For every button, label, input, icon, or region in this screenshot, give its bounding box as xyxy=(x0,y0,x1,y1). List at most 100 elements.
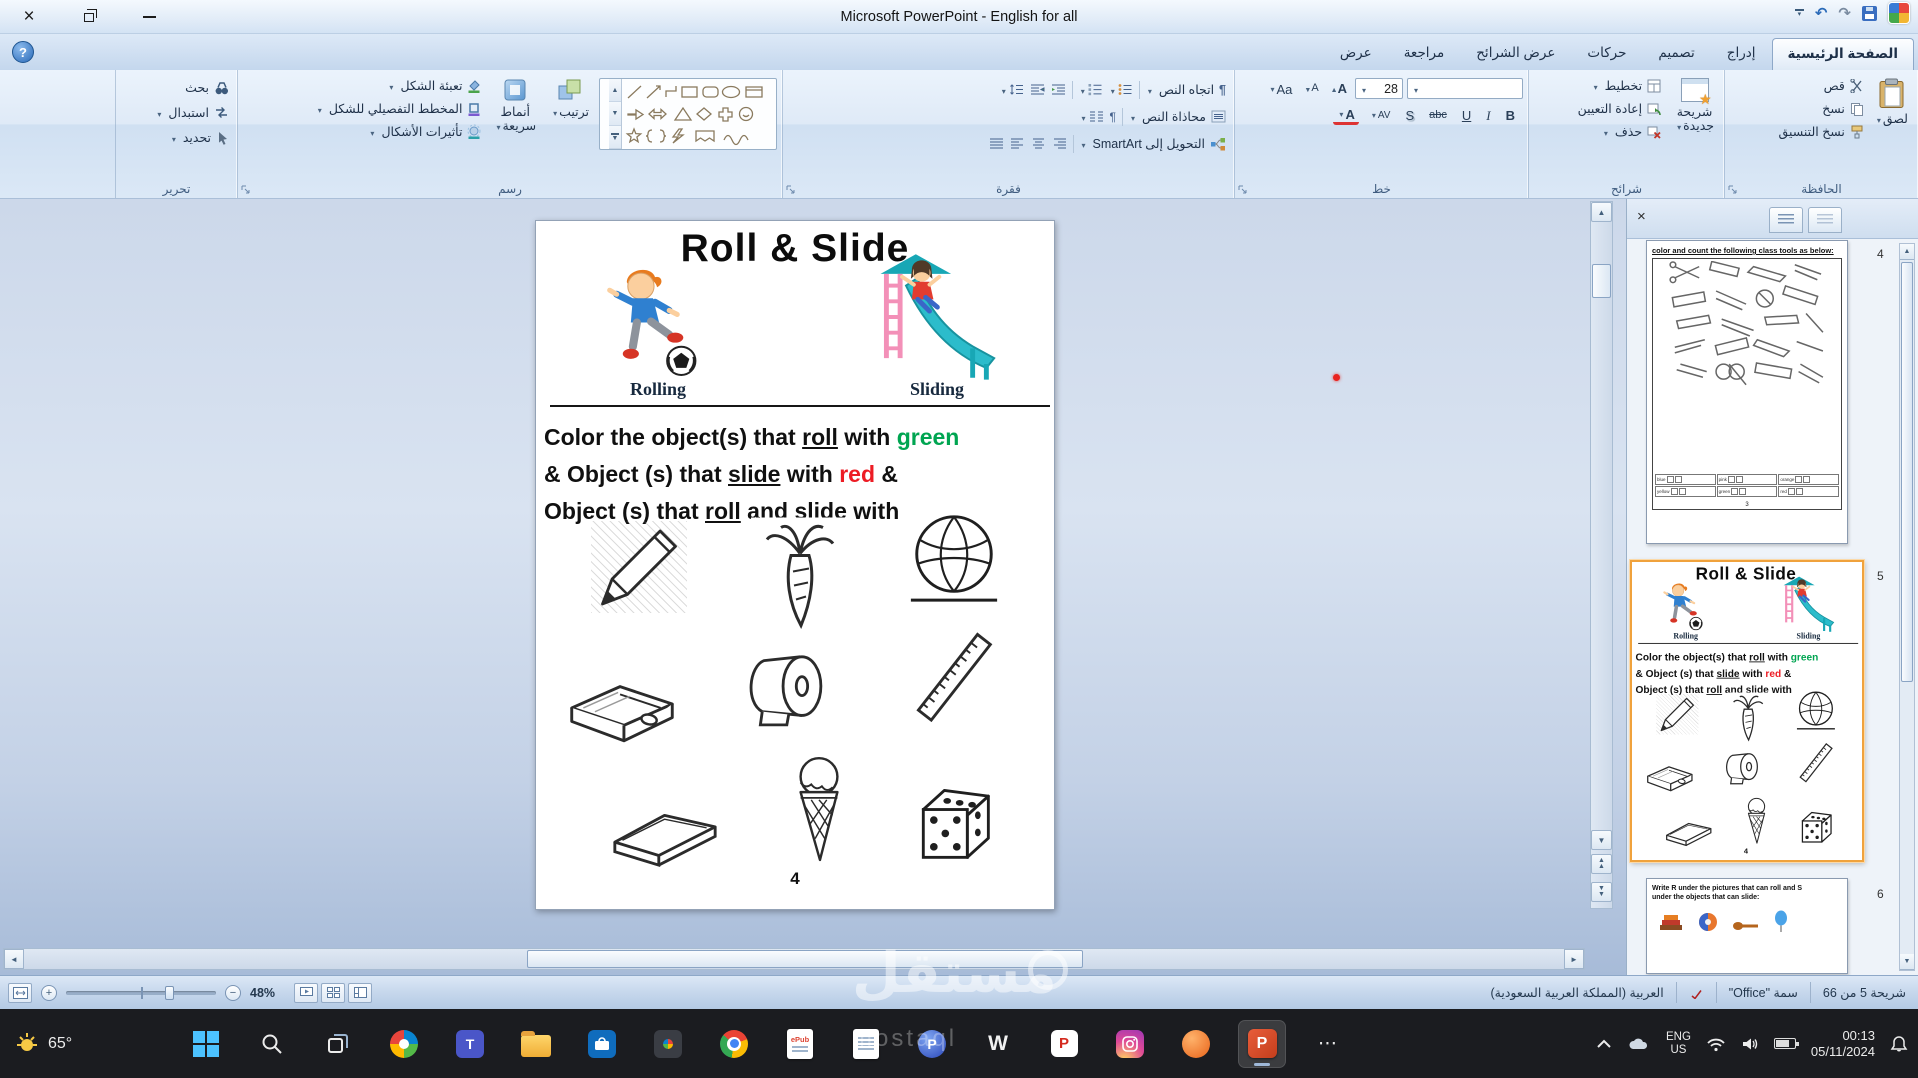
justify-button[interactable] xyxy=(986,135,1007,152)
change-case-button[interactable]: Aa xyxy=(1264,79,1296,98)
scroll-left-button[interactable]: ◄ xyxy=(4,949,24,969)
previous-slide-button[interactable]: ▲ ▲ xyxy=(1591,854,1612,874)
slide-6-thumbnail[interactable]: Write R under the pictures that can roll… xyxy=(1646,878,1848,974)
store-app-icon[interactable] xyxy=(578,1020,626,1068)
tab-insert[interactable]: إدراج xyxy=(1711,37,1772,70)
shapes-gallery[interactable]: ▲ ▼ ▼ xyxy=(599,78,777,150)
red-p-app-icon[interactable]: P xyxy=(1040,1020,1088,1068)
underline-button[interactable]: U xyxy=(1458,107,1475,124)
teams-app-icon[interactable]: T xyxy=(446,1020,494,1068)
vertical-scrollbar[interactable]: ▲ ▼ ▲ ▲ ▼ ▼ xyxy=(1590,201,1613,909)
scroll-right-button[interactable]: ► xyxy=(1564,949,1584,969)
panel-scroll-down-button[interactable]: ▼ xyxy=(1900,954,1914,970)
task-view-button[interactable] xyxy=(314,1020,362,1068)
panel-close-button[interactable]: × xyxy=(1637,208,1646,225)
help-button[interactable]: ? xyxy=(12,41,34,63)
boy-kicking-ball-image[interactable] xyxy=(588,264,710,380)
strikethrough-button[interactable]: abc xyxy=(1425,107,1451,124)
book-image[interactable] xyxy=(604,781,726,867)
font-dialog-launcher[interactable] xyxy=(1238,185,1248,195)
tab-design[interactable]: تصميم xyxy=(1642,37,1710,70)
w-app-icon[interactable]: W xyxy=(974,1020,1022,1068)
slides-tab[interactable] xyxy=(1769,207,1803,233)
redo-button[interactable]: ↷ xyxy=(1838,4,1851,22)
onedrive-cloud-icon[interactable] xyxy=(1627,1036,1651,1052)
slide-5-thumbnail-selected[interactable]: Roll & Slide Rolling Sliding Color the o… xyxy=(1630,560,1864,862)
pencil-image[interactable] xyxy=(591,521,687,613)
ball-image[interactable] xyxy=(904,509,1004,607)
new-slide-button[interactable]: ★ شريحة جديدة xyxy=(1670,75,1719,178)
shape-fill-button[interactable]: تعبئة الشكل xyxy=(288,77,484,94)
document-app-icon[interactable] xyxy=(842,1020,890,1068)
cut-button[interactable]: قص xyxy=(1776,77,1867,94)
panel-scroll-thumb[interactable] xyxy=(1901,262,1913,682)
widgets-app-icon[interactable] xyxy=(380,1020,428,1068)
normal-view-button[interactable] xyxy=(348,982,373,1003)
slide-canvas[interactable]: Roll & Slide Rolling Sliding Color the o… xyxy=(535,220,1055,910)
tab-slide-show[interactable]: عرض الشرائح xyxy=(1460,37,1571,70)
panel-scroll-up-button[interactable]: ▲ xyxy=(1900,244,1914,260)
select-button[interactable]: تحديد xyxy=(121,129,232,146)
line-spacing-button[interactable] xyxy=(997,79,1027,101)
bold-button[interactable]: B xyxy=(1502,107,1519,124)
shapes-scroll-down-button[interactable]: ▼ xyxy=(609,102,621,126)
convert-to-smartart-button[interactable]: التحويل إلى SmartArt xyxy=(1077,135,1230,152)
more-apps-button[interactable]: ⋯ xyxy=(1304,1020,1352,1068)
align-left-button[interactable] xyxy=(1007,135,1028,152)
fit-slide-to-window-button[interactable] xyxy=(8,982,32,1003)
columns-button[interactable] xyxy=(1077,106,1107,128)
scroll-down-button[interactable]: ▼ xyxy=(1591,830,1612,850)
scroll-up-button[interactable]: ▲ xyxy=(1591,202,1612,222)
tab-home[interactable]: الصفحة الرئيسية xyxy=(1771,38,1914,70)
carrot-image[interactable] xyxy=(751,517,851,633)
clock[interactable]: 00:13 05/11/2024 xyxy=(1811,1028,1875,1060)
font-name-select[interactable] xyxy=(1407,78,1523,99)
paste-button[interactable]: لصق xyxy=(1870,75,1913,178)
instruction-text[interactable]: Color the object(s) that roll with green… xyxy=(544,419,959,530)
app-logo-icon[interactable] xyxy=(1888,2,1910,24)
blue-circle-app-icon[interactable]: P xyxy=(908,1020,956,1068)
outline-tab[interactable] xyxy=(1808,207,1842,233)
slide-4-thumbnail[interactable]: color and count the following class tool… xyxy=(1646,240,1848,544)
rolling-label[interactable]: Rolling xyxy=(593,379,723,400)
horizontal-scroll-thumb[interactable] xyxy=(527,950,1083,968)
volume-icon[interactable] xyxy=(1741,1036,1759,1052)
language-indicator[interactable]: العربية (المملكة العربية السعودية) xyxy=(1478,982,1675,1003)
numbering-button[interactable] xyxy=(1076,79,1106,101)
theme-indicator[interactable]: سمة "Office" xyxy=(1715,981,1810,1004)
undo-button[interactable]: ↶ xyxy=(1815,4,1828,22)
shape-outline-button[interactable]: المخطط التفصيلي للشكل xyxy=(288,100,484,117)
orange-app-icon[interactable] xyxy=(1172,1020,1220,1068)
zoom-level[interactable]: 48% xyxy=(250,986,275,1000)
start-button[interactable] xyxy=(182,1020,230,1068)
shape-effects-button[interactable]: تأثيرات الأشكال xyxy=(288,123,484,140)
battery-icon[interactable] xyxy=(1773,1038,1799,1049)
language-switcher[interactable]: ENG US xyxy=(1666,1031,1691,1057)
zoom-slider[interactable] xyxy=(66,985,216,1000)
file-explorer-button[interactable] xyxy=(512,1020,560,1068)
paper-roll-image[interactable] xyxy=(732,645,836,731)
browser-app-icon[interactable] xyxy=(710,1020,758,1068)
weather-widget[interactable]: 65° xyxy=(14,1009,72,1078)
girl-on-slide-image[interactable] xyxy=(857,252,1004,380)
text-direction-button[interactable]: ¶ اتجاه النص xyxy=(1143,81,1229,98)
wifi-icon[interactable] xyxy=(1706,1036,1726,1052)
vertical-scroll-thumb[interactable] xyxy=(1592,264,1611,298)
dice-image[interactable] xyxy=(904,777,1000,865)
save-button[interactable] xyxy=(1862,5,1877,21)
instagram-app-icon[interactable] xyxy=(1106,1020,1154,1068)
paragraph-dialog-launcher[interactable] xyxy=(786,185,796,195)
grow-font-button[interactable]: A ▲ xyxy=(1327,80,1351,97)
arrange-button[interactable]: ترتيب xyxy=(546,75,594,178)
sliding-label[interactable]: Sliding xyxy=(872,379,1002,400)
text-shadow-button[interactable]: S xyxy=(1401,107,1418,124)
show-hidden-icons-button[interactable] xyxy=(1596,1038,1612,1050)
drawing-dialog-launcher[interactable] xyxy=(241,185,251,195)
zoom-in-button[interactable]: + xyxy=(41,984,57,1001)
font-color-button[interactable]: A xyxy=(1333,105,1359,125)
copy-button[interactable]: نسخ xyxy=(1776,100,1867,117)
tab-animations[interactable]: حركات xyxy=(1571,37,1642,70)
font-size-select[interactable]: 28 xyxy=(1355,78,1403,99)
ruler-image[interactable] xyxy=(906,619,1002,735)
italic-button[interactable]: I xyxy=(1482,107,1494,124)
